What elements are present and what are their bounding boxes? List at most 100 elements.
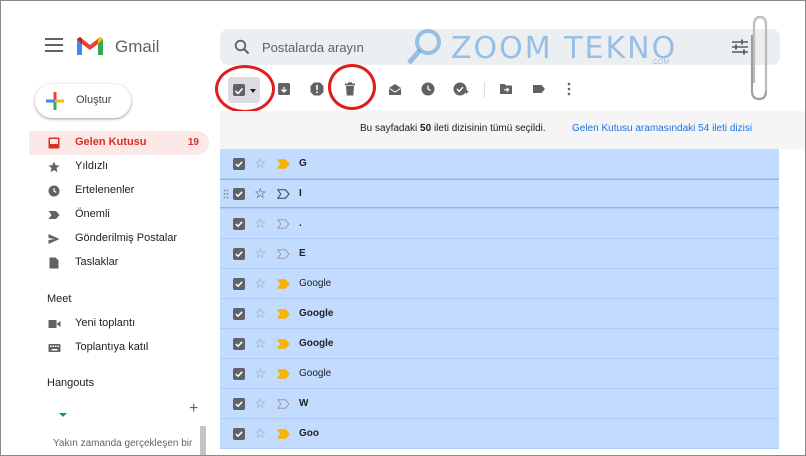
email-row[interactable]: ☆ Google	[220, 269, 779, 299]
drag-handle-icon[interactable]	[223, 189, 229, 199]
sidebar-item-drafts[interactable]: Taslaklar	[29, 251, 209, 275]
star-icon[interactable]: ☆	[254, 366, 267, 380]
mark-as-read-button[interactable]	[385, 79, 405, 99]
sidebar-item-label: Gönderilmiş Postalar	[75, 232, 178, 244]
hangouts-add-button[interactable]: +	[189, 400, 198, 418]
selection-notice: Bu sayfadaki 50 ileti dizisinin tümü seç…	[220, 111, 805, 149]
video-icon	[48, 320, 61, 328]
main-menu-icon[interactable]	[45, 38, 63, 52]
select-all-conversations-link[interactable]: Gelen Kutusu aramasındaki 54 ileti dizis…	[572, 123, 752, 134]
row-checkbox[interactable]	[233, 188, 245, 200]
email-sender: Google	[299, 368, 332, 379]
important-marker-icon[interactable]	[277, 339, 290, 349]
toolbar-divider	[484, 82, 485, 98]
important-icon	[48, 211, 60, 219]
move-to-button[interactable]	[496, 79, 516, 99]
gmail-logo-icon[interactable]	[75, 35, 105, 57]
search-bar[interactable]: Postalarda arayın	[220, 29, 780, 65]
important-marker-icon[interactable]	[277, 399, 290, 409]
star-icon[interactable]: ☆	[254, 396, 267, 410]
star-icon[interactable]: ☆	[254, 306, 267, 320]
move-to-folder-icon	[500, 84, 512, 94]
compose-button[interactable]: Oluştur	[35, 84, 131, 118]
more-options-button[interactable]	[559, 79, 579, 99]
important-marker-icon[interactable]	[277, 369, 290, 379]
important-marker-icon[interactable]	[277, 429, 290, 439]
email-row[interactable]: ☆ E	[220, 239, 779, 269]
sidebar-item-important[interactable]: Önemli	[29, 203, 209, 227]
search-options-icon[interactable]	[731, 39, 749, 55]
draft-icon	[49, 257, 59, 269]
meet-item-label: Yeni toplantı	[75, 317, 136, 329]
row-checkbox[interactable]	[233, 428, 245, 440]
keyboard-icon	[48, 344, 61, 352]
sidebar-item-starred[interactable]: Yıldızlı	[29, 155, 209, 179]
important-marker-icon[interactable]	[277, 159, 290, 169]
clock-icon	[48, 185, 60, 197]
important-marker-icon[interactable]	[277, 279, 290, 289]
checkmark-icon	[235, 251, 243, 258]
search-icon[interactable]	[234, 39, 250, 55]
report-spam-button[interactable]	[307, 79, 327, 99]
sidebar-item-label: Önemli	[75, 208, 110, 220]
selected-count: 50	[420, 123, 432, 134]
email-row[interactable]: ☆ Google	[220, 329, 779, 359]
row-checkbox[interactable]	[233, 158, 245, 170]
row-checkbox[interactable]	[233, 248, 245, 260]
app-name: Gmail	[115, 37, 160, 56]
email-sender: Google	[299, 278, 332, 289]
toolbar	[220, 73, 805, 107]
email-row[interactable]: ☆ Goo	[220, 419, 779, 449]
star-icon[interactable]: ☆	[254, 186, 267, 200]
search-input[interactable]: Postalarda arayın	[262, 40, 364, 55]
star-icon[interactable]: ☆	[254, 216, 267, 230]
join-meeting-item[interactable]: Toplantıya katıl	[29, 336, 209, 360]
row-checkbox[interactable]	[233, 398, 245, 410]
hangouts-recent-text: Yakın zamanda gerçekleşen bir	[53, 438, 193, 449]
sidebar-scrollbar[interactable]	[200, 426, 206, 455]
email-row[interactable]: ☆ I	[220, 179, 779, 209]
important-marker-icon[interactable]	[277, 189, 290, 199]
email-row[interactable]: ☆ G	[220, 149, 779, 179]
email-sender: I	[299, 188, 302, 199]
snooze-button[interactable]	[418, 79, 438, 99]
labels-button[interactable]	[529, 79, 549, 99]
star-icon[interactable]: ☆	[254, 426, 267, 440]
star-icon[interactable]: ☆	[254, 156, 267, 170]
email-sender: E	[299, 248, 306, 259]
open-mail-icon	[389, 84, 401, 95]
add-to-tasks-button[interactable]	[451, 79, 471, 99]
star-icon[interactable]: ☆	[254, 246, 267, 260]
row-checkbox[interactable]	[233, 338, 245, 350]
row-checkbox[interactable]	[233, 278, 245, 290]
selection-notice-text: Bu sayfadaki 50 ileti dizisinin tümü seç…	[360, 123, 546, 134]
plus-icon	[46, 92, 64, 110]
archive-button[interactable]	[274, 79, 294, 99]
sidebar-item-snoozed[interactable]: Ertelenenler	[29, 179, 209, 203]
more-vert-icon	[567, 82, 571, 96]
email-sender: Google	[299, 308, 334, 319]
sidebar-item-label: Yıldızlı	[75, 160, 109, 172]
important-marker-icon[interactable]	[277, 219, 290, 229]
hangouts-status-icon[interactable]	[59, 413, 67, 417]
meet-item-label: Toplantıya katıl	[75, 341, 149, 353]
annotation-circle-delete	[328, 64, 376, 110]
list-right-margin	[779, 149, 805, 455]
important-marker-icon[interactable]	[277, 249, 290, 259]
important-marker-icon[interactable]	[277, 309, 290, 319]
sidebar-item-sent[interactable]: Gönderilmiş Postalar	[29, 227, 209, 251]
row-checkbox[interactable]	[233, 308, 245, 320]
star-icon[interactable]: ☆	[254, 336, 267, 350]
send-icon	[48, 234, 60, 244]
star-icon[interactable]: ☆	[254, 276, 267, 290]
email-row[interactable]: ☆ W	[220, 389, 779, 419]
new-meeting-item[interactable]: Yeni toplantı	[29, 312, 209, 336]
row-checkbox[interactable]	[233, 218, 245, 230]
email-row[interactable]: ☆ Google	[220, 299, 779, 329]
email-row[interactable]: ☆.	[220, 209, 779, 239]
email-row[interactable]: ☆ Google	[220, 359, 779, 389]
row-checkbox[interactable]	[233, 368, 245, 380]
sidebar-item-inbox[interactable]: Gelen Kutusu 19	[29, 131, 209, 155]
sidebar-item-label: Gelen Kutusu	[75, 136, 147, 148]
inbox-icon	[48, 137, 60, 149]
